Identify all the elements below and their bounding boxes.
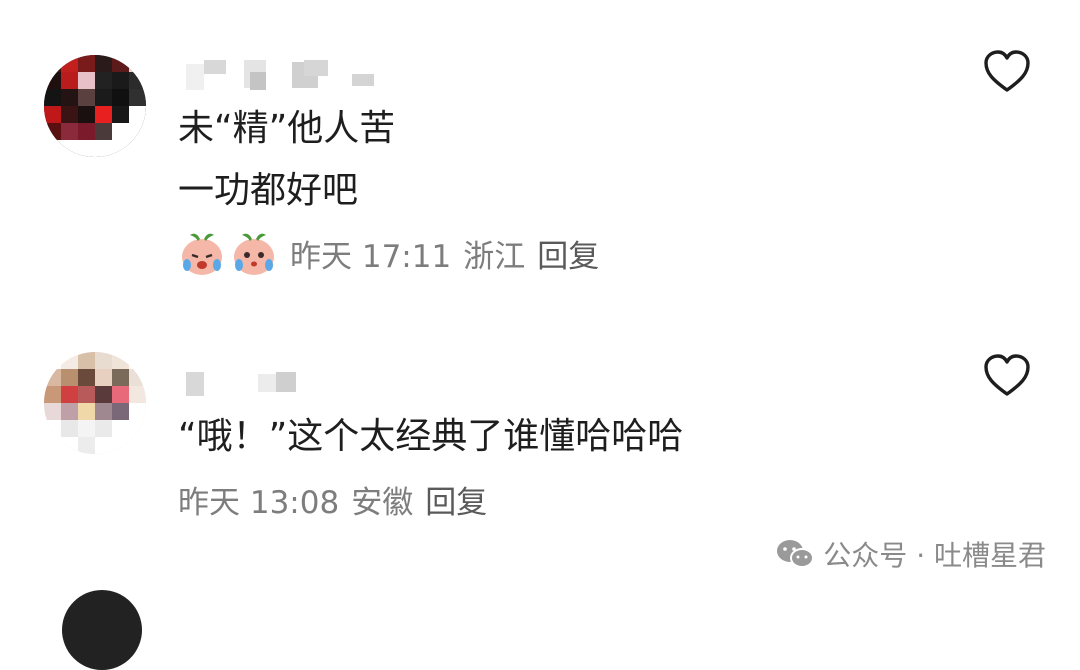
comment-location: 安徽 bbox=[351, 484, 414, 521]
wechat-icon bbox=[777, 540, 815, 568]
avatar[interactable] bbox=[44, 55, 146, 157]
comment-time: 昨天 17:11 bbox=[290, 238, 452, 275]
reply-button[interactable]: 回复 bbox=[425, 477, 487, 522]
username-blurred[interactable] bbox=[186, 370, 306, 398]
avatar[interactable] bbox=[44, 352, 146, 454]
like-heart-icon[interactable] bbox=[983, 354, 1031, 398]
comment-meta: 昨天 17:11 浙江 回复 bbox=[178, 228, 599, 278]
like-heart-icon[interactable] bbox=[983, 50, 1031, 94]
comment-text-line-1: “哦！”这个太经典了谁懂哈哈哈 bbox=[178, 416, 684, 457]
comment-text-line-2: 一功都好吧 bbox=[178, 170, 359, 211]
username-blurred[interactable] bbox=[186, 58, 376, 94]
crying-peach-emoji-icon bbox=[234, 233, 274, 275]
watermark: 公众号 · 吐槽星君 bbox=[775, 534, 1046, 574]
comment-location: 浙江 bbox=[463, 238, 526, 275]
reply-button[interactable]: 回复 bbox=[537, 231, 599, 276]
comment-time: 昨天 13:08 bbox=[178, 484, 340, 521]
watermark-text: 公众号 · 吐槽星君 bbox=[823, 539, 1046, 572]
crying-peach-emoji-icon bbox=[182, 233, 222, 275]
comment-meta: 昨天 13:08 安徽 回复 bbox=[178, 474, 487, 524]
comment-text-line-1: 未“精”他人苦 bbox=[178, 108, 396, 149]
next-comment-avatar[interactable] bbox=[62, 590, 142, 670]
